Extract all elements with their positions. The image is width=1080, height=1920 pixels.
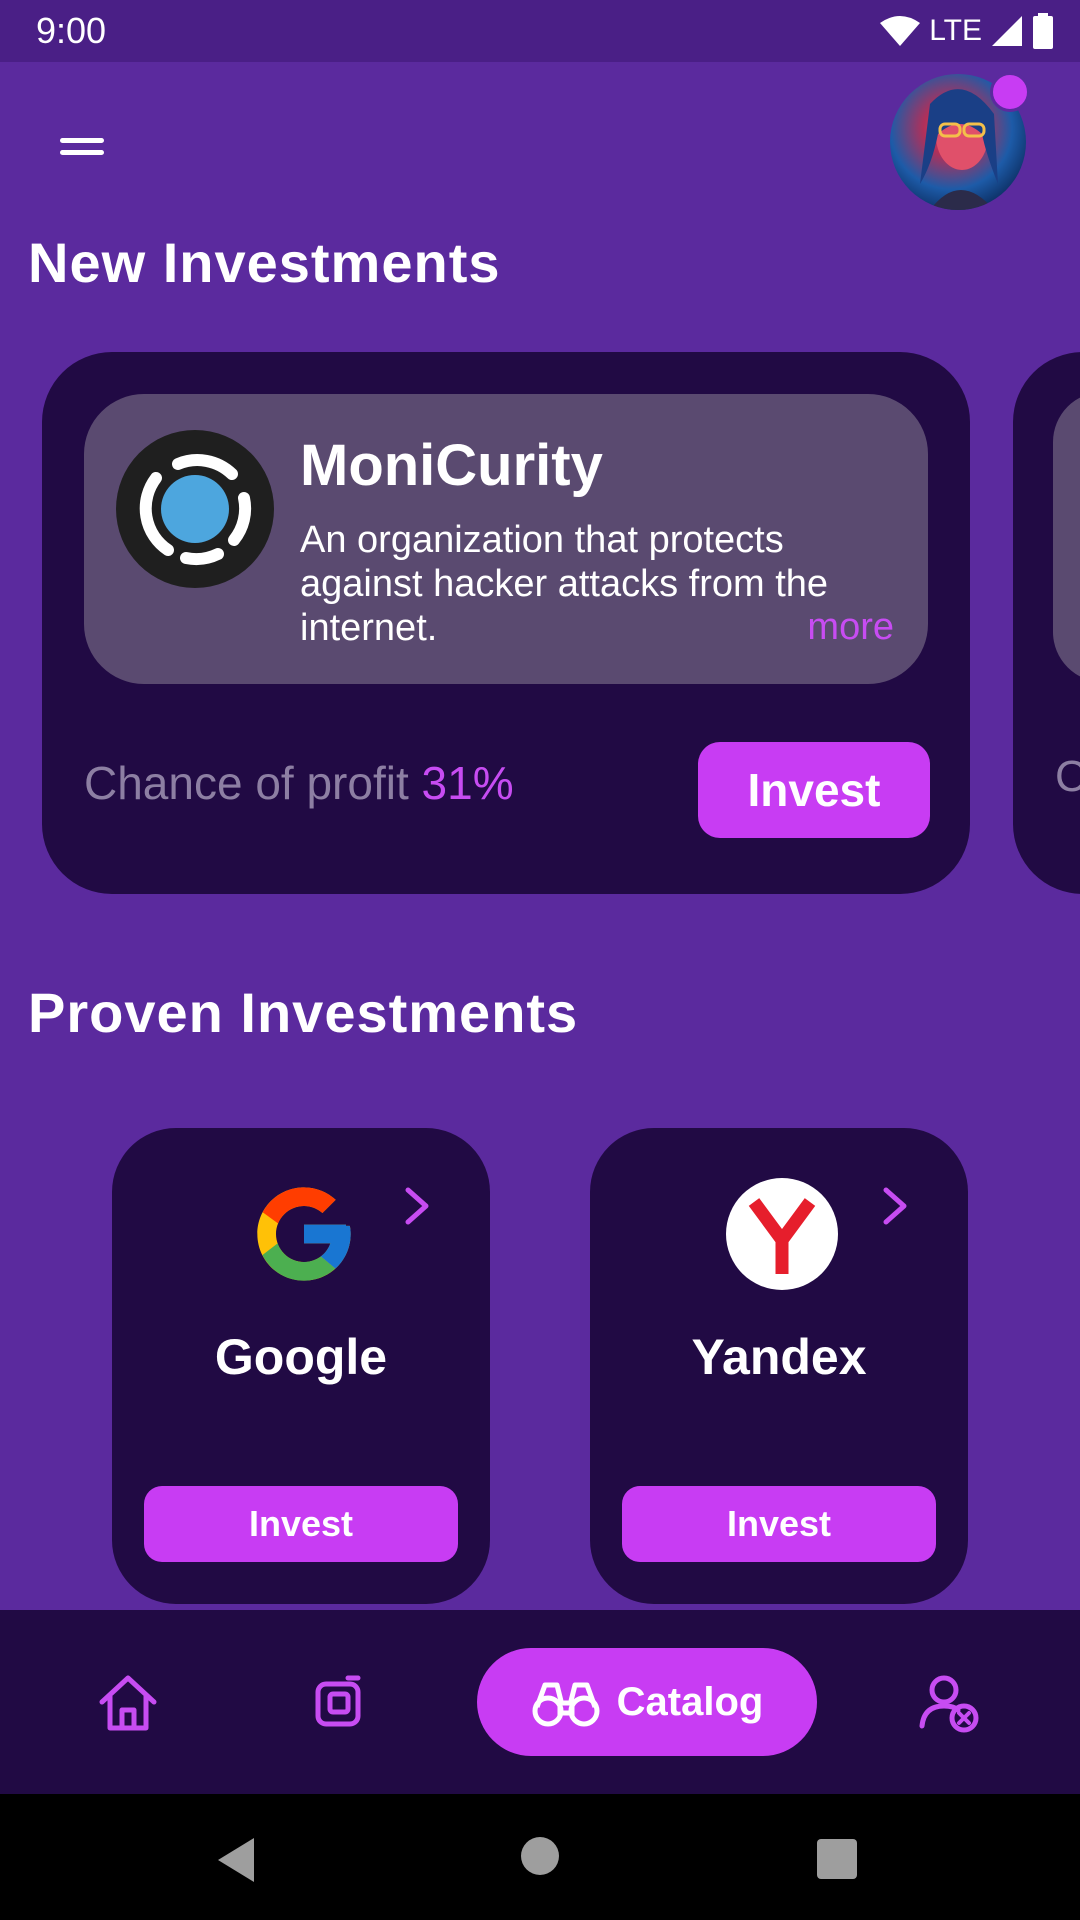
next-card-text: C bbox=[1055, 752, 1080, 801]
menu-icon-line bbox=[60, 150, 104, 155]
company-description-box: MoniCurity An organization that protects… bbox=[84, 394, 928, 684]
google-icon bbox=[257, 1187, 351, 1281]
wifi-icon bbox=[880, 16, 921, 46]
next-investment-card[interactable]: C bbox=[1013, 352, 1080, 894]
proven-investments-title: Proven Investments bbox=[28, 981, 579, 1044]
monicurity-logo bbox=[116, 430, 274, 588]
invest-button-featured[interactable]: Invest bbox=[698, 742, 930, 838]
profit-value: 31% bbox=[421, 757, 514, 809]
company-name: MoniCurity bbox=[300, 433, 603, 498]
user-remove-icon[interactable] bbox=[918, 1670, 982, 1734]
more-link[interactable]: more bbox=[807, 606, 894, 649]
invest-button-google[interactable]: Invest bbox=[144, 1486, 458, 1562]
company-description: An organization that protects against ha… bbox=[300, 519, 829, 649]
chevron-right-icon[interactable] bbox=[878, 1184, 912, 1228]
menu-icon bbox=[60, 138, 104, 143]
next-card-description-box bbox=[1053, 392, 1080, 682]
proven-card-yandex[interactable]: Yandex Invest bbox=[590, 1128, 968, 1604]
binoculars-icon bbox=[532, 1682, 600, 1727]
profit-label: Chance of profit bbox=[84, 757, 409, 809]
main-content[interactable]: New Investments MoniCurity An organizati… bbox=[0, 62, 1080, 1610]
portfolio-icon[interactable] bbox=[308, 1670, 372, 1734]
home-icon[interactable] bbox=[96, 1670, 160, 1734]
battery-icon bbox=[1033, 13, 1053, 49]
menu-button[interactable] bbox=[56, 128, 112, 168]
yandex-icon bbox=[726, 1178, 838, 1290]
proven-name-yandex: Yandex bbox=[691, 1329, 867, 1385]
bottom-navigation: Catalog bbox=[0, 1610, 1080, 1794]
network-type: LTE bbox=[929, 14, 982, 47]
signal-icon bbox=[992, 16, 1022, 46]
new-investments-title: New Investments bbox=[28, 231, 501, 294]
status-time: 9:00 bbox=[36, 10, 107, 51]
recents-icon[interactable] bbox=[816, 1838, 858, 1880]
nav-catalog-label: Catalog bbox=[616, 1679, 764, 1724]
chevron-right-icon[interactable] bbox=[400, 1184, 434, 1228]
status-icons: LTE bbox=[879, 12, 1054, 50]
system-navigation-bar bbox=[0, 1794, 1080, 1920]
profit-chance: Chance of profit 31% bbox=[84, 756, 514, 810]
back-icon[interactable] bbox=[214, 1836, 258, 1884]
home-circle-icon[interactable] bbox=[520, 1836, 560, 1876]
notification-dot bbox=[990, 72, 1030, 112]
proven-name-google: Google bbox=[214, 1329, 388, 1385]
invest-button-yandex[interactable]: Invest bbox=[622, 1486, 936, 1562]
proven-card-google[interactable]: Google Invest bbox=[112, 1128, 490, 1604]
status-bar: 9:00 LTE bbox=[0, 0, 1080, 62]
featured-investment-card[interactable]: MoniCurity An organization that protects… bbox=[42, 352, 970, 894]
nav-catalog-button[interactable]: Catalog bbox=[477, 1648, 817, 1756]
